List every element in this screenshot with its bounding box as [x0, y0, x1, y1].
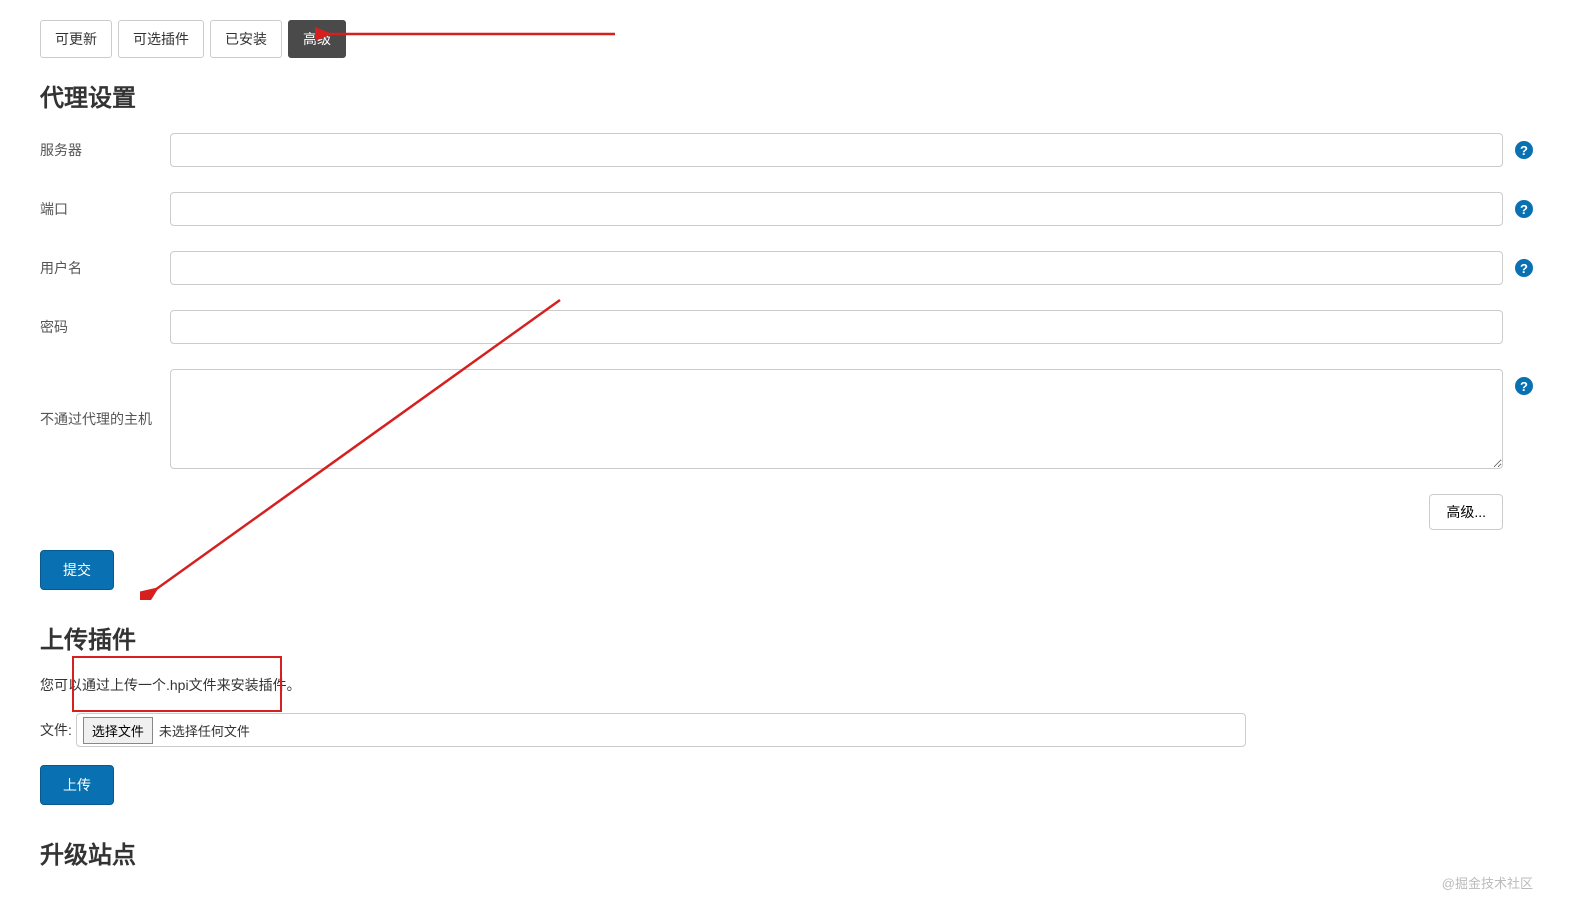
tab-advanced[interactable]: 高级	[288, 20, 346, 58]
noproxy-row: 不通过代理的主机 ?	[40, 369, 1533, 469]
tabs-container: 可更新 可选插件 已安装 高级	[40, 20, 1533, 58]
file-row: 文件: 选择文件 未选择任何文件	[40, 713, 1533, 747]
advanced-button[interactable]: 高级...	[1429, 494, 1503, 530]
port-row: 端口 ?	[40, 192, 1533, 226]
submit-button[interactable]: 提交	[40, 550, 114, 590]
help-icon[interactable]: ?	[1515, 200, 1533, 218]
help-icon[interactable]: ?	[1515, 259, 1533, 277]
upgrade-site-title: 升级站点	[40, 835, 1533, 870]
port-label: 端口	[40, 199, 170, 219]
username-input[interactable]	[170, 251, 1503, 285]
server-row: 服务器 ?	[40, 133, 1533, 167]
username-row: 用户名 ?	[40, 251, 1533, 285]
username-label: 用户名	[40, 258, 170, 278]
server-input[interactable]	[170, 133, 1503, 167]
port-input[interactable]	[170, 192, 1503, 226]
server-label: 服务器	[40, 140, 170, 160]
tab-installed[interactable]: 已安装	[210, 20, 282, 58]
password-input[interactable]	[170, 310, 1503, 344]
tab-available[interactable]: 可选插件	[118, 20, 204, 58]
help-icon[interactable]: ?	[1515, 141, 1533, 159]
file-label: 文件:	[40, 720, 72, 740]
noproxy-textarea[interactable]	[170, 369, 1503, 469]
noproxy-label: 不通过代理的主机	[40, 369, 170, 429]
advanced-button-row: 高级...	[40, 494, 1503, 530]
choose-file-button[interactable]: 选择文件	[83, 717, 153, 744]
upload-button[interactable]: 上传	[40, 765, 114, 805]
proxy-settings-title: 代理设置	[40, 78, 1533, 113]
upload-description: 您可以通过上传一个.hpi文件来安装插件。	[40, 675, 1533, 695]
watermark-text: @掘金技术社区	[1442, 873, 1533, 892]
password-row: 密码	[40, 310, 1533, 344]
tab-updatable[interactable]: 可更新	[40, 20, 112, 58]
file-status-text: 未选择任何文件	[159, 721, 250, 740]
upload-plugin-title: 上传插件	[40, 620, 1533, 655]
file-input-wrapper: 选择文件 未选择任何文件	[76, 713, 1246, 747]
password-label: 密码	[40, 317, 170, 337]
help-icon[interactable]: ?	[1515, 377, 1533, 395]
